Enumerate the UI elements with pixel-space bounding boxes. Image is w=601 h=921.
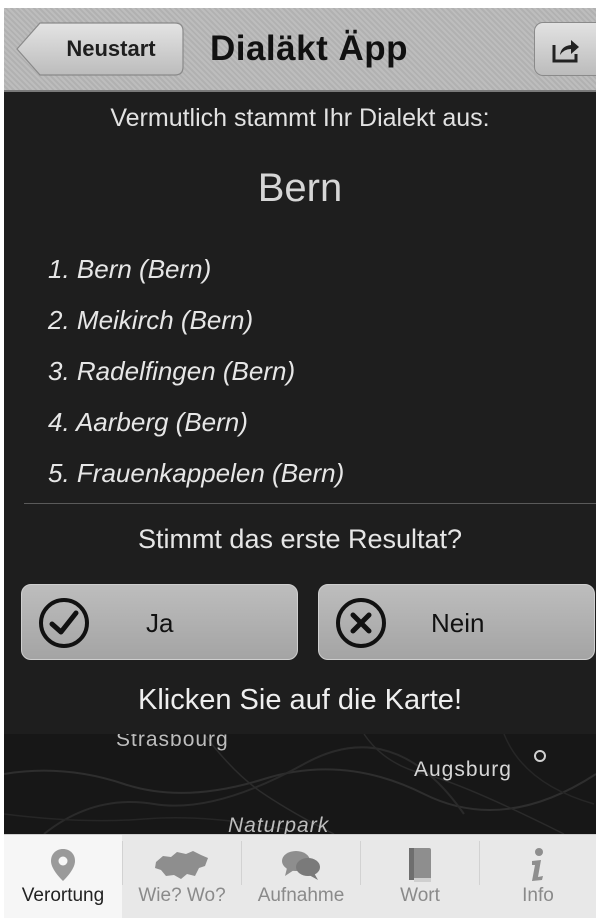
result-intro-text: Vermutlich stammt Ihr Dialekt aus: <box>110 104 490 132</box>
tab-bar: Verortung Wie? Wo? Aufnahme Wort Info <box>4 834 596 918</box>
cross-icon <box>336 598 386 648</box>
navigation-bar: Neustart Dialäkt Äpp <box>4 8 596 92</box>
app-window: Neustart Dialäkt Äpp Vermutlich stammt I… <box>0 0 601 921</box>
tab-label: Wort <box>400 885 440 906</box>
result-item: 5. Frauenkappelen (Bern) <box>48 458 345 488</box>
location-pin-icon <box>51 849 75 881</box>
divider <box>24 503 596 504</box>
tab-label: Wie? Wo? <box>138 885 226 906</box>
city-marker-icon <box>534 750 546 762</box>
no-button-label: Nein <box>431 608 485 638</box>
result-item: 1. Bern (Bern) <box>48 254 212 284</box>
restart-button-label: Neustart <box>66 36 156 61</box>
tab-verortung[interactable]: Verortung <box>4 835 122 918</box>
result-item: 3. Radelfingen (Bern) <box>48 356 296 386</box>
phone-screen: Neustart Dialäkt Äpp Vermutlich stammt I… <box>4 8 596 918</box>
info-icon <box>532 848 543 881</box>
switzerland-map-icon <box>155 851 208 879</box>
result-item: 4. Aarberg (Bern) <box>48 407 248 437</box>
tab-label: Info <box>522 885 554 906</box>
yes-button-label: Ja <box>146 608 174 638</box>
result-item: 2. Meikirch (Bern) <box>48 305 254 335</box>
top-result: Bern <box>257 166 343 210</box>
map-view[interactable]: Strasbourg Augsburg Naturpark <box>4 734 596 834</box>
confirm-question: Stimmt das erste Resultat? <box>137 524 463 554</box>
map-hint-text: Klicken Sie auf die Karte! <box>137 684 462 716</box>
speech-bubbles-icon <box>282 851 320 880</box>
tab-aufnahme[interactable]: Aufnahme <box>242 835 360 918</box>
result-list: 1. Bern (Bern) 2. Meikirch (Bern) 3. Rad… <box>48 244 344 499</box>
tab-info[interactable]: Info <box>480 835 596 918</box>
no-button[interactable]: Nein <box>318 584 595 660</box>
map-label-naturpark: Naturpark <box>228 814 330 834</box>
tab-wie-wo[interactable]: Wie? Wo? <box>123 835 241 918</box>
tab-label: Aufnahme <box>257 885 345 906</box>
app-title: Dialäkt Äpp <box>209 29 409 68</box>
map-label-augsburg: Augsburg <box>414 758 512 781</box>
checkmark-icon <box>39 598 89 648</box>
book-icon <box>409 848 431 882</box>
map-label-strasbourg: Strasbourg <box>116 734 229 751</box>
yes-button[interactable]: Ja <box>21 584 298 660</box>
restart-button[interactable]: Neustart <box>16 22 184 76</box>
tab-label: Verortung <box>21 885 105 906</box>
tab-wort[interactable]: Wort <box>361 835 479 918</box>
share-button[interactable] <box>534 22 596 76</box>
share-icon <box>552 40 579 63</box>
